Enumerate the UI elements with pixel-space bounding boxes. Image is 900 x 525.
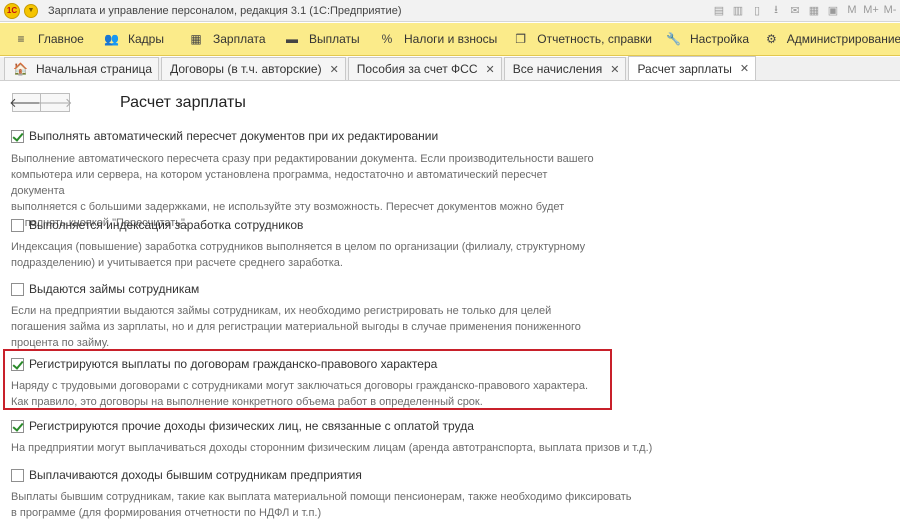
tab-fss-benefits[interactable]: Пособия за счет ФСС ✕ (347, 57, 502, 80)
forward-button[interactable]: 🡒 (38, 93, 72, 112)
home-icon: 🏠 (13, 62, 28, 76)
checkbox[interactable] (11, 419, 24, 433)
section-label: Администрирование (786, 32, 900, 46)
section-taxes[interactable]: % Налоги и взносы (366, 23, 500, 56)
section-settings[interactable]: 🔧 Настройка (652, 23, 752, 56)
description-line: погашения займа из зарплаты, но и для ре… (11, 321, 581, 333)
main-menu-icon[interactable]: ▼ (24, 3, 38, 18)
option-description: Если на предприятии выдаются займы сотру… (11, 303, 601, 351)
close-icon[interactable]: ✕ (330, 63, 339, 76)
calendar-icon[interactable]: ▣ (827, 3, 839, 17)
tab-label: Договоры (в т.ч. авторские) (170, 62, 322, 76)
print-icon[interactable]: ▥ (732, 3, 744, 17)
section-admin[interactable]: ⚙ Администрирование (752, 23, 900, 56)
percent-icon: % (381, 32, 393, 46)
history-nav: 🡐 🡒 (9, 93, 72, 112)
table-icon[interactable]: ▦ (808, 3, 820, 17)
section-label: Отчетность, справки (537, 32, 652, 46)
option-loans[interactable]: Выдаются займы сотрудникам (11, 282, 199, 296)
title-toolbar: ▤ ▥ ▯ ⭳ ✉ ▦ ▣ M M+ M- (713, 3, 897, 17)
memory-minus-icon[interactable]: M- (884, 3, 897, 17)
download-icon[interactable]: ⭳ (770, 3, 782, 17)
description-line: Если на предприятии выдаются займы сотру… (11, 305, 552, 317)
app-logo-icon[interactable]: 1С (4, 2, 20, 19)
save-icon[interactable]: ▤ (713, 3, 725, 17)
description-line: в программе (для формирования отчетности… (11, 507, 322, 519)
doc-icon[interactable]: ▯ (751, 3, 763, 17)
option-description: Индексация (повышение) заработка сотрудн… (11, 239, 601, 271)
section-salary[interactable]: ▦ Зарплата (175, 23, 271, 56)
description-line: Выполнение автоматического пересчета сра… (11, 153, 594, 165)
section-label: Налоги и взносы (404, 32, 498, 46)
option-label: Регистрируются прочие доходы физических … (29, 419, 474, 433)
mail-icon[interactable]: ✉ (789, 3, 801, 17)
tab-label: Начальная страница (35, 62, 153, 76)
checkbox[interactable] (11, 468, 24, 482)
tab-label: Пособия за счет ФСС (356, 62, 478, 76)
option-label: Выполнять автоматический пересчет докуме… (29, 129, 439, 143)
tab-all-accruals[interactable]: Все начисления ✕ (503, 57, 627, 80)
checkbox[interactable] (11, 282, 24, 296)
checkbox[interactable] (11, 357, 24, 371)
window-title: Зарплата и управление персоналом, редакц… (48, 4, 402, 17)
open-windows-tabs: 🏠 Начальная страница Договоры (в т.ч. ав… (0, 56, 900, 81)
option-other-income[interactable]: Регистрируются прочие доходы физических … (11, 419, 474, 433)
option-auto-recalc[interactable]: Выполнять автоматический пересчет докуме… (11, 129, 438, 143)
tab-contracts[interactable]: Договоры (в т.ч. авторские) ✕ (161, 57, 346, 80)
gear-icon: ⚙ (766, 32, 777, 46)
tab-label: Расчет зарплаты (637, 61, 732, 76)
section-main[interactable]: ≡ Главное (0, 23, 90, 56)
checkbox[interactable] (11, 129, 24, 143)
menu-icon: ≡ (17, 32, 25, 46)
title-bar: 1С ▼ Зарплата и управление персоналом, р… (0, 0, 900, 22)
tab-label: Все начисления (512, 62, 603, 76)
description-line: подразделению) и учитывается при расчете… (11, 257, 343, 269)
memory-icon[interactable]: M (846, 3, 858, 17)
section-reports[interactable]: ❐ Отчетность, справки (500, 23, 652, 56)
option-indexation[interactable]: Выполняется индексация заработка сотрудн… (11, 218, 303, 232)
memory-plus-icon[interactable]: M+ (863, 3, 879, 17)
page-title: Расчет зарплаты (120, 94, 246, 111)
description-line: Наряду с трудовыми договорами с сотрудни… (11, 380, 589, 392)
option-label: Выдаются займы сотрудникам (29, 282, 200, 296)
wrench-icon: 🔧 (666, 32, 681, 46)
description-line: На предприятии могут выплачиваться доход… (11, 442, 653, 454)
option-description: Наряду с трудовыми договорами с сотрудни… (11, 378, 601, 410)
section-payments[interactable]: ▬ Выплаты (271, 23, 366, 56)
section-hr[interactable]: 👥 Кадры (90, 23, 175, 56)
close-icon[interactable]: ✕ (610, 63, 619, 76)
option-label: Регистрируются выплаты по договорам граж… (29, 357, 438, 371)
option-description: На предприятии могут выплачиваться доход… (11, 440, 671, 456)
reports-icon: ❐ (515, 32, 526, 46)
checkbox[interactable] (11, 218, 24, 232)
description-line: Выплаты бывшим сотрудникам, такие как вы… (11, 491, 632, 503)
wallet-icon: ▬ (286, 32, 298, 46)
section-label: Кадры (128, 32, 164, 46)
tab-payroll-calc[interactable]: Расчет зарплаты ✕ (628, 56, 757, 80)
option-civil-contracts[interactable]: Регистрируются выплаты по договорам граж… (11, 357, 437, 371)
section-label: Зарплата (213, 32, 266, 46)
close-icon[interactable]: ✕ (740, 62, 749, 75)
section-label: Выплаты (309, 32, 360, 46)
description-line: Как правило, это договоры на выполнение … (11, 396, 483, 408)
section-label: Настройка (690, 32, 750, 46)
calc-icon: ▦ (190, 32, 202, 46)
section-label: Главное (38, 32, 84, 46)
option-description: Выплаты бывшим сотрудникам, такие как вы… (11, 489, 651, 521)
description-line: выполняется с большими задержками, не ис… (11, 201, 565, 213)
tab-home[interactable]: 🏠 Начальная страница (4, 57, 160, 80)
people-icon: 👥 (104, 32, 119, 46)
option-label: Выплачиваются доходы бывшим сотрудникам … (29, 468, 362, 482)
option-label: Выполняется индексация заработка сотрудн… (29, 218, 304, 232)
description-line: Индексация (повышение) заработка сотрудн… (11, 241, 586, 253)
option-former-employees[interactable]: Выплачиваются доходы бывшим сотрудникам … (11, 468, 362, 482)
sections-panel: ≡ Главное 👥 Кадры ▦ Зарплата ▬ Выплаты % Нало… (0, 23, 900, 56)
description-line: компьютера или сервера, на котором устан… (11, 169, 548, 197)
close-icon[interactable]: ✕ (486, 63, 495, 76)
